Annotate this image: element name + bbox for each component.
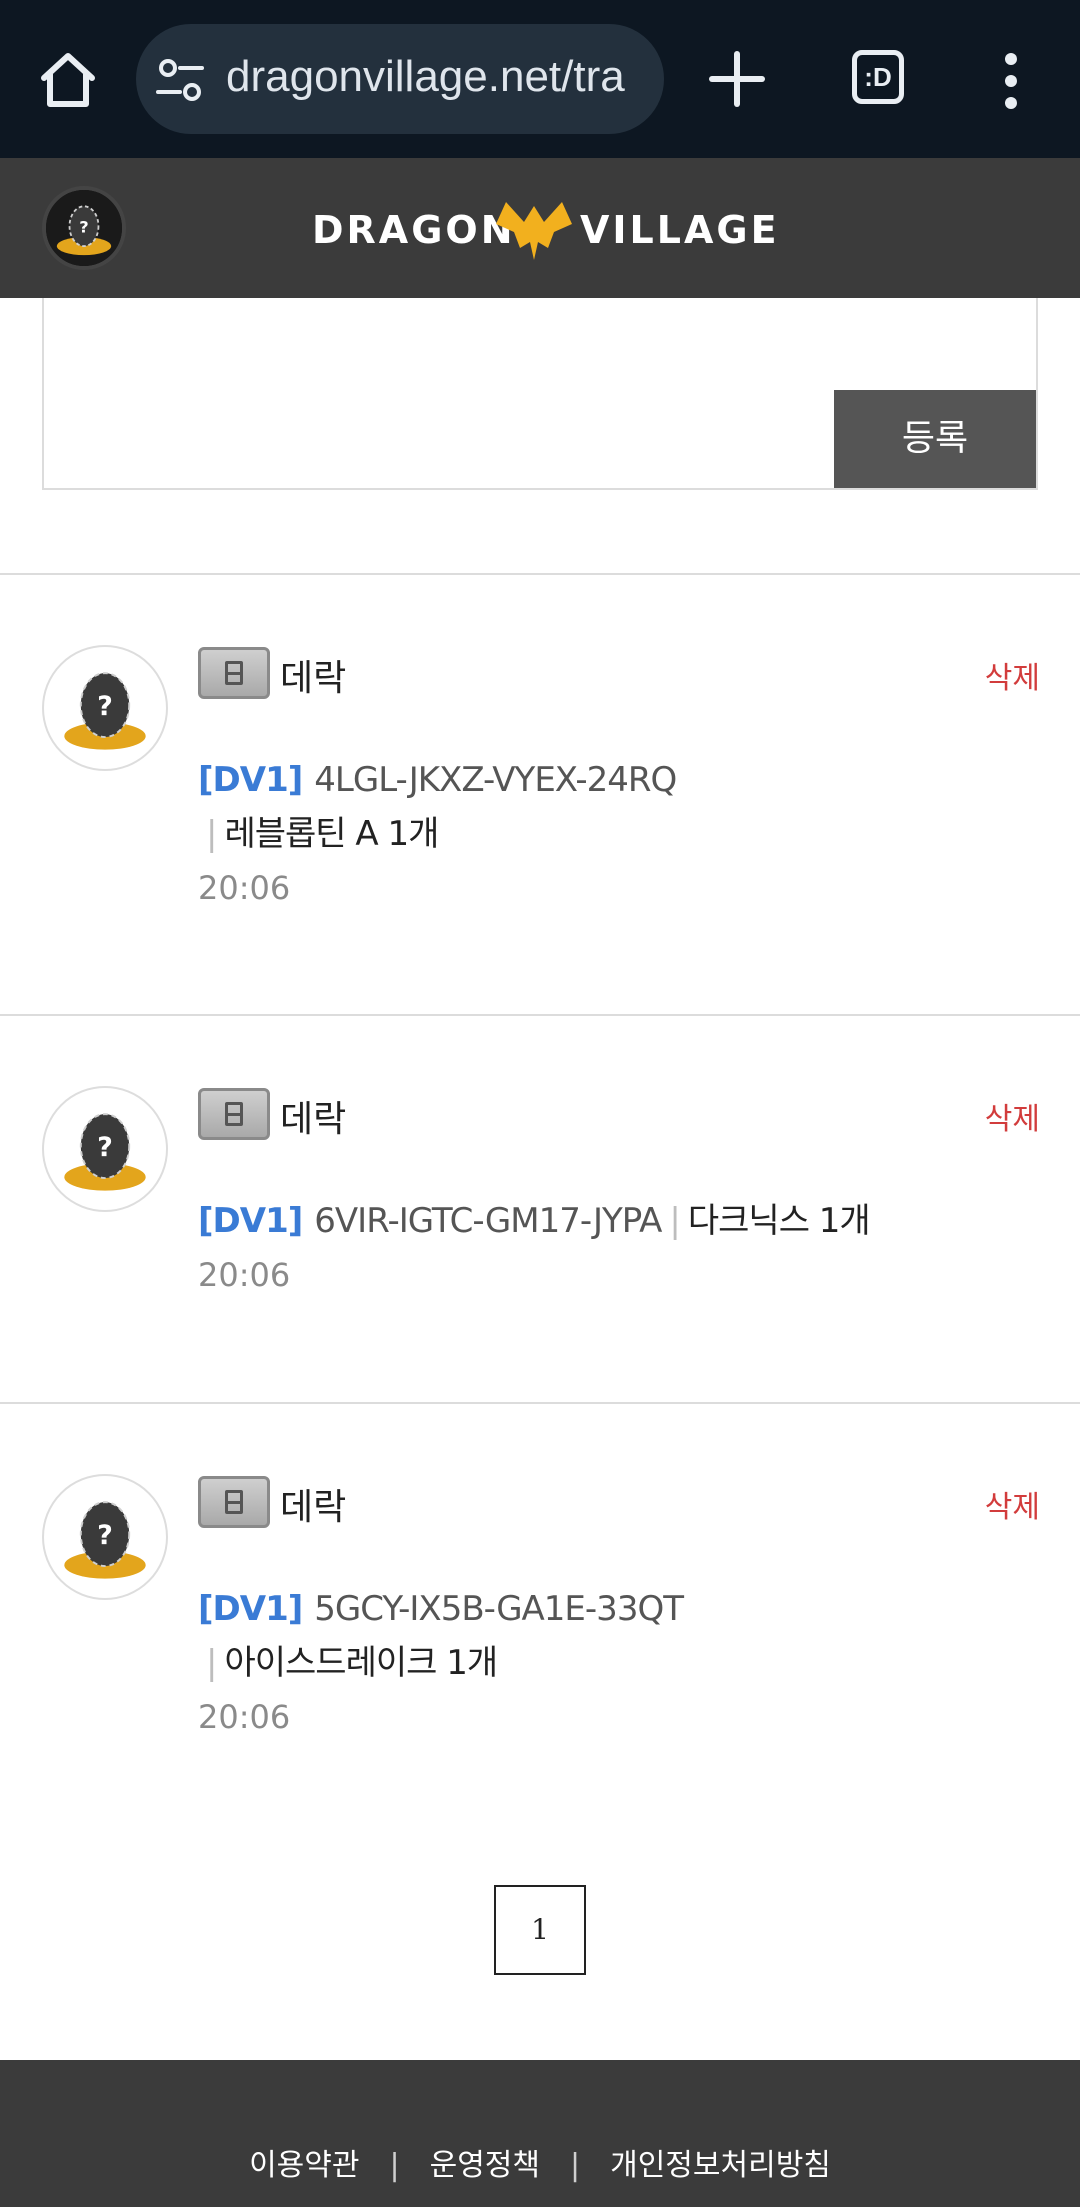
egg-icon: ? <box>64 1113 146 1191</box>
grade-badge-icon <box>198 1476 270 1528</box>
comment-time: 20:06 <box>198 1256 291 1294</box>
game-tag: [DV1] <box>198 760 303 800</box>
coupon-code: 6VIR-IGTC-GM17-JYPA <box>314 1201 662 1241</box>
new-tab-icon[interactable] <box>706 48 768 110</box>
grade-badge-icon <box>198 647 270 699</box>
separator: | <box>669 1201 681 1241</box>
reward-item: 다크닉스 1개 <box>687 1201 871 1241</box>
site-footer: 이용약관 | 운영정책 | 개인정보처리방침 <box>0 2060 1080 2207</box>
divider <box>0 573 1080 575</box>
separator: | <box>206 814 218 854</box>
footer-links: 이용약관 | 운영정책 | 개인정보처리방침 <box>0 2140 1080 2184</box>
comment-text: [DV1] 5GCY-IX5B-GA1E-33QT | 아이스드레이크 1개 <box>198 1582 1018 1690</box>
game-tag: [DV1] <box>198 1201 303 1241</box>
comment-author[interactable]: 데락 <box>280 1478 346 1530</box>
home-icon[interactable] <box>36 48 100 112</box>
egg-icon: ? <box>64 672 146 750</box>
footer-separator: | <box>389 2148 400 2183</box>
user-avatar[interactable]: ? <box>42 186 126 270</box>
coupon-code: 5GCY-IX5B-GA1E-33QT <box>314 1589 684 1629</box>
dragon-emblem-icon <box>496 202 572 260</box>
privacy-link[interactable]: 개인정보처리방침 <box>610 2148 831 2183</box>
comment-time: 20:06 <box>198 869 291 907</box>
delete-button[interactable]: 삭제 <box>985 653 1040 697</box>
dragon-village-logo[interactable]: DRAGON VILLAGE <box>312 198 777 264</box>
comment-author[interactable]: 데락 <box>280 649 346 701</box>
tab-switcher-button[interactable]: :D <box>852 50 904 104</box>
commenter-avatar[interactable]: ? <box>42 1474 168 1600</box>
comment-text: [DV1] 6VIR-IGTC-GM17-JYPA | 다크닉스 1개 <box>198 1194 1018 1248</box>
grade-badge-icon <box>198 1088 270 1140</box>
divider <box>0 1402 1080 1404</box>
delete-button[interactable]: 삭제 <box>985 1482 1040 1526</box>
divider <box>0 1014 1080 1016</box>
svg-text:?: ? <box>97 1132 113 1163</box>
game-tag: [DV1] <box>198 1589 303 1629</box>
policy-link[interactable]: 운영정책 <box>430 2148 540 2183</box>
url-text: dragonvillage.net/tra <box>226 52 625 101</box>
coupon-code: 4LGL-JKXZ-VYEX-24RQ <box>314 760 677 800</box>
separator: | <box>206 1643 218 1683</box>
comment-author[interactable]: 데락 <box>280 1090 346 1142</box>
delete-button[interactable]: 삭제 <box>985 1094 1040 1138</box>
footer-separator: | <box>570 2148 581 2183</box>
site-settings-icon[interactable] <box>156 58 204 102</box>
terms-link[interactable]: 이용약관 <box>249 2148 359 2183</box>
more-menu-icon[interactable] <box>996 52 1026 110</box>
address-bar[interactable]: dragonvillage.net/tra <box>136 24 664 134</box>
svg-text:?: ? <box>97 1520 113 1551</box>
site-header: ? DRAGON VILLAGE <box>0 158 1080 298</box>
svg-text:?: ? <box>97 691 113 722</box>
submit-button[interactable]: 등록 <box>834 390 1036 488</box>
logo-text-left: DRAGON <box>312 208 516 252</box>
commenter-avatar[interactable]: ? <box>42 1086 168 1212</box>
comment-time: 20:06 <box>198 1698 291 1736</box>
svg-text:?: ? <box>79 218 88 237</box>
egg-icon: ? <box>64 1501 146 1579</box>
browser-toolbar: dragonvillage.net/tra :D <box>0 0 1080 158</box>
commenter-avatar[interactable]: ? <box>42 645 168 771</box>
reward-item: 레블롭틴 A 1개 <box>224 814 439 854</box>
comment-text: [DV1] 4LGL-JKXZ-VYEX-24RQ | 레블롭틴 A 1개 <box>198 753 1018 861</box>
page-1-button[interactable]: 1 <box>494 1885 586 1975</box>
reward-item: 아이스드레이크 1개 <box>224 1643 498 1683</box>
egg-icon: ? <box>46 190 122 266</box>
logo-text-right: VILLAGE <box>580 208 780 252</box>
